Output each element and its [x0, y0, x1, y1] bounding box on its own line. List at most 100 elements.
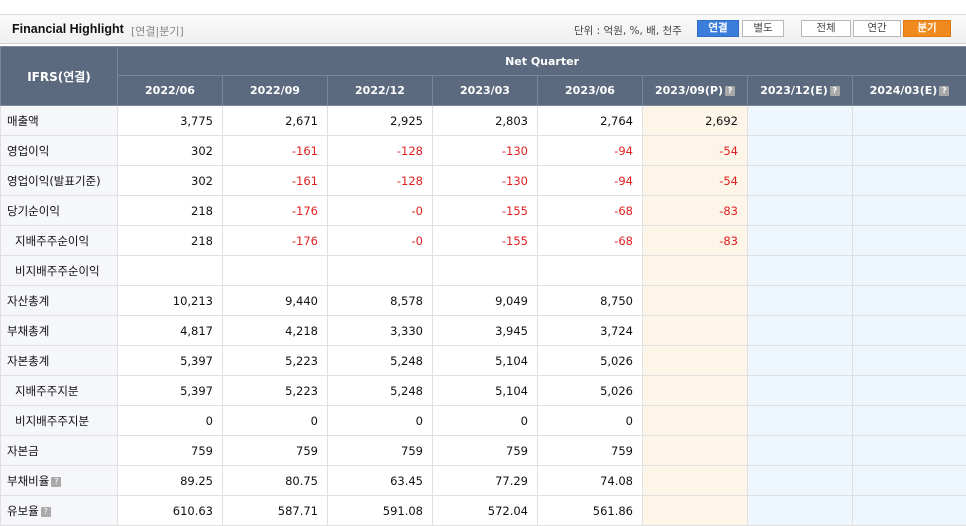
value-cell: 759 — [118, 436, 223, 466]
value-cell: 9,440 — [223, 286, 328, 316]
row-label: 자산총계 — [7, 294, 49, 308]
cell-value: 759 — [401, 444, 423, 458]
cell-value: 0 — [416, 414, 423, 428]
period-header: 2024/03(E)? — [853, 76, 966, 106]
value-cell: 759 — [538, 436, 643, 466]
table-row: 매출액3,7752,6712,9252,8032,7642,692 — [1, 106, 966, 136]
value-cell — [433, 256, 538, 286]
value-cell: 5,397 — [118, 346, 223, 376]
row-label: 비지배주주지분 — [15, 414, 89, 428]
value-cell: 5,223 — [223, 346, 328, 376]
annual-button[interactable]: 연간 — [853, 20, 901, 37]
cell-value: 5,248 — [390, 354, 423, 368]
cell-value: -0 — [412, 204, 423, 218]
consolidated-button[interactable]: 연결 — [697, 20, 739, 37]
cell-value: 302 — [191, 174, 213, 188]
help-icon[interactable]: ? — [41, 507, 51, 517]
value-cell: 759 — [328, 436, 433, 466]
cell-value: 2,671 — [285, 114, 318, 128]
cell-value: -54 — [719, 144, 738, 158]
cell-value: -155 — [502, 204, 528, 218]
value-cell: 4,817 — [118, 316, 223, 346]
cell-value: 5,104 — [495, 384, 528, 398]
help-icon[interactable]: ? — [830, 86, 840, 96]
value-cell — [643, 406, 748, 436]
period-label: 2022/09 — [250, 84, 300, 97]
financial-table: IFRS(연결) Net Quarter 2022/062022/092022/… — [0, 46, 966, 526]
cell-value: 759 — [191, 444, 213, 458]
value-cell: -0 — [328, 226, 433, 256]
cell-value: -68 — [614, 204, 633, 218]
help-icon[interactable]: ? — [51, 477, 61, 487]
table-row: 부채총계4,8174,2183,3303,9453,724 — [1, 316, 966, 346]
period-header: 2023/03 — [433, 76, 538, 106]
cell-value: 3,945 — [495, 324, 528, 338]
help-icon[interactable]: ? — [939, 86, 949, 96]
row-label-cell: 자본총계 — [1, 346, 118, 376]
value-cell: -128 — [328, 136, 433, 166]
value-cell: 4,218 — [223, 316, 328, 346]
value-cell: 80.75 — [223, 466, 328, 496]
table-row: 영업이익(발표기준)302-161-128-130-94-54 — [1, 166, 966, 196]
value-cell: 77.29 — [433, 466, 538, 496]
row-label: 지배주주지분 — [15, 384, 78, 398]
section-subtitle: [연결|분기] — [131, 23, 184, 39]
value-cell: -176 — [223, 226, 328, 256]
cell-value: -0 — [412, 234, 423, 248]
value-cell: 0 — [223, 406, 328, 436]
cell-value: 3,724 — [600, 324, 633, 338]
period-label: 2023/06 — [565, 84, 615, 97]
cell-value: 10,213 — [173, 294, 213, 308]
cell-value: 89.25 — [180, 474, 213, 488]
cell-value: 5,223 — [285, 354, 318, 368]
value-cell: 10,213 — [118, 286, 223, 316]
value-cell — [853, 316, 966, 346]
ifrs-header: IFRS(연결) — [1, 47, 118, 106]
value-cell — [118, 256, 223, 286]
row-label[interactable]: 부채비율 — [7, 474, 49, 488]
cell-value: 5,223 — [285, 384, 318, 398]
quarterly-button[interactable]: 분기 — [903, 20, 951, 37]
row-label-cell: 부채총계 — [1, 316, 118, 346]
help-icon[interactable]: ? — [725, 86, 735, 96]
cell-value: -176 — [292, 234, 318, 248]
cell-value: -128 — [397, 174, 423, 188]
value-cell — [853, 286, 966, 316]
value-cell: 2,764 — [538, 106, 643, 136]
table-row: 영업이익302-161-128-130-94-54 — [1, 136, 966, 166]
value-cell: 3,775 — [118, 106, 223, 136]
separate-button[interactable]: 별도 — [742, 20, 784, 37]
value-cell: 302 — [118, 166, 223, 196]
value-cell: 8,578 — [328, 286, 433, 316]
row-label-cell: 비지배주주지분 — [1, 406, 118, 436]
value-cell: 5,026 — [538, 376, 643, 406]
value-cell: 0 — [118, 406, 223, 436]
value-cell — [748, 106, 853, 136]
all-button[interactable]: 전체 — [801, 20, 851, 37]
value-cell: -68 — [538, 226, 643, 256]
cell-value: 4,817 — [180, 324, 213, 338]
value-cell: 218 — [118, 196, 223, 226]
value-cell: -83 — [643, 226, 748, 256]
unit-label: 단위 : 억원, %, 배, 천주 — [574, 23, 682, 38]
value-cell: 0 — [538, 406, 643, 436]
value-cell: -176 — [223, 196, 328, 226]
cell-value: 591.08 — [383, 504, 423, 518]
row-label[interactable]: 유보율 — [7, 504, 39, 518]
cell-value: 0 — [521, 414, 528, 428]
value-cell: 5,248 — [328, 376, 433, 406]
row-label: 매출액 — [7, 114, 39, 128]
table-row: 비지배주주지분00000 — [1, 406, 966, 436]
value-cell: -128 — [328, 166, 433, 196]
value-cell — [643, 496, 748, 526]
value-cell — [748, 496, 853, 526]
row-label-cell: 부채비율? — [1, 466, 118, 496]
cell-value: 8,750 — [600, 294, 633, 308]
period-label: 2023/09(P) — [655, 84, 723, 97]
value-cell — [853, 166, 966, 196]
cell-value: -94 — [614, 144, 633, 158]
period-header: 2022/09 — [223, 76, 328, 106]
cell-value: 5,397 — [180, 354, 213, 368]
value-cell: 8,750 — [538, 286, 643, 316]
value-cell: 5,397 — [118, 376, 223, 406]
